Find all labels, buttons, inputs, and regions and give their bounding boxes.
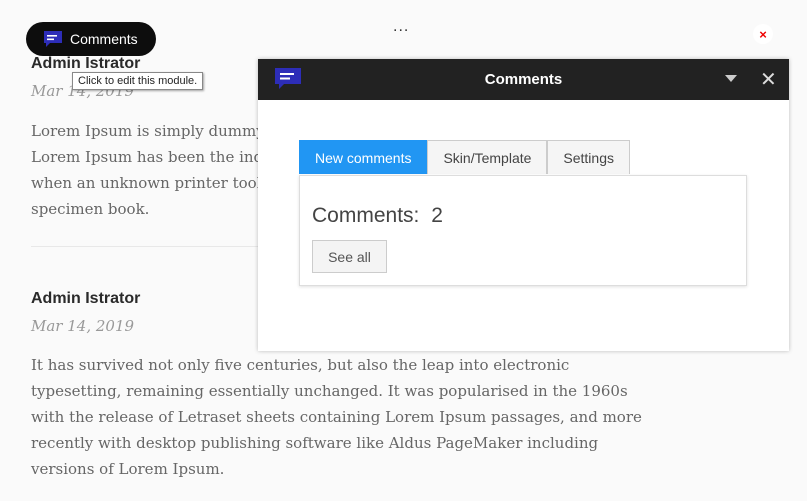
- comment-icon: [44, 31, 62, 47]
- comments-count: Comments: 2: [312, 204, 443, 228]
- post-author: Admin Istrator: [31, 55, 141, 72]
- post-line: versions of Lorem Ipsum.: [31, 460, 225, 478]
- comments-count-value: 2: [431, 204, 443, 227]
- post-line: specimen book.: [31, 200, 150, 218]
- post-line: Lorem Ipsum is simply dummy: [31, 122, 265, 140]
- post-line: when an unknown printer took: [31, 174, 266, 192]
- post-line: recently with desktop publishing softwar…: [31, 434, 599, 452]
- post-date: Mar 14, 2019: [31, 317, 135, 335]
- post-divider: [31, 246, 271, 247]
- post-line: It has survived not only five centuries,…: [31, 356, 570, 374]
- post-line: with the release of Letraset sheets cont…: [31, 408, 642, 426]
- tab-new-comments[interactable]: New comments: [299, 140, 428, 174]
- edit-module-tooltip: Click to edit this module.: [72, 72, 204, 90]
- close-icon[interactable]: ×: [753, 24, 773, 44]
- new-comments-panel: Comments: 2 See all: [299, 175, 747, 286]
- post-line: typesetting, remaining essentially uncha…: [31, 382, 628, 400]
- comments-dialog: Comments ✕ New comments Skin/Template Se…: [258, 59, 789, 351]
- dialog-header[interactable]: Comments ✕: [258, 59, 789, 100]
- comments-module-label: Comments: [70, 31, 138, 47]
- tab-skin-template[interactable]: Skin/Template: [427, 140, 548, 174]
- post-body: Lorem Ipsum is simply dummy Lorem Ipsum …: [31, 118, 273, 222]
- see-all-button[interactable]: See all: [312, 240, 387, 273]
- post-body: It has survived not only five centuries,…: [31, 352, 642, 482]
- comments-module-button[interactable]: Comments: [26, 22, 156, 56]
- dialog-tabs: New comments Skin/Template Settings: [299, 140, 630, 174]
- tab-settings[interactable]: Settings: [547, 140, 630, 174]
- more-options-icon[interactable]: ...: [393, 18, 409, 36]
- post-line: Lorem Ipsum has been the indu: [31, 148, 273, 166]
- dialog-title: Comments: [484, 71, 563, 88]
- chevron-down-icon[interactable]: [725, 75, 737, 82]
- post-author: Admin Istrator: [31, 290, 141, 307]
- comments-count-label: Comments:: [312, 204, 420, 227]
- dialog-close-icon[interactable]: ✕: [760, 67, 777, 92]
